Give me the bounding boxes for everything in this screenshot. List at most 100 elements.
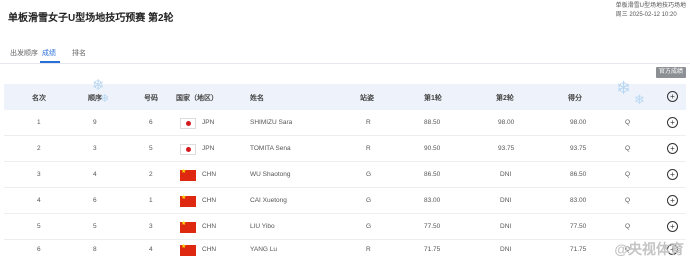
flag-star: ★ (181, 221, 187, 227)
china-flag-icon: ★ (180, 244, 196, 256)
table-row[interactable]: 2 3 5 JPN TOMITA Sena R 90.50 93.75 93.7… (4, 136, 686, 162)
flag-star: ★ (181, 244, 187, 250)
run2-cell: 98.00 (498, 119, 515, 126)
table-row[interactable]: 6 8 4 ★ CHN YANG Lu R 71.75 DNI 71.75 Q … (4, 237, 686, 263)
flag-star: ★ (181, 195, 187, 201)
snowflake-icon: ❄ (634, 92, 645, 107)
plus-circle-icon[interactable]: + (667, 143, 678, 154)
snowflake-icon: ❄ (92, 77, 105, 94)
order-cell: 8 (93, 246, 97, 253)
china-flag-icon: ★ (180, 169, 196, 181)
run1-cell: 88.50 (424, 119, 441, 126)
bib-cell: 2 (149, 171, 153, 178)
rank-cell: 4 (37, 197, 41, 204)
qualified-cell: Q (625, 119, 631, 126)
stance-cell: R (366, 246, 371, 253)
official-results-badge: 官方成绩 (655, 67, 686, 78)
name-cell: SHIMIZU Sara (250, 119, 293, 126)
bib-cell: 4 (149, 246, 153, 253)
stance-cell: R (366, 145, 371, 152)
table-row[interactable]: 1 9 6 JPN SHIMIZU Sara R 88.50 98.00 98.… (4, 110, 686, 136)
bib-cell: 3 (149, 223, 153, 230)
nation-cell: CHN (202, 223, 217, 230)
run1-cell: 83.00 (424, 197, 441, 204)
score-cell: 77.50 (570, 223, 587, 230)
run1-cell: 77.50 (424, 223, 441, 230)
run2-cell: DNI (500, 197, 512, 204)
run1-cell: 71.75 (424, 246, 441, 253)
event-datetime: 周三 2025-02-12 10:20 (615, 12, 677, 18)
score-cell: 98.00 (570, 119, 587, 126)
qualified-cell: Q (625, 145, 631, 152)
score-cell: 83.00 (570, 197, 587, 204)
plus-circle-icon[interactable]: + (667, 169, 678, 180)
col-score: 得分 (568, 95, 582, 102)
name-cell: TOMITA Sena (250, 145, 291, 152)
score-cell: 71.75 (570, 246, 587, 253)
venue-info: 单板滑雪U型场地技巧场地 周三 2025-02-12 10:20 (616, 2, 686, 20)
tab-bar: 出发顺序 成绩 排名 (0, 44, 690, 64)
name-cell: LIU Yibo (250, 223, 275, 230)
run1-cell: 90.50 (424, 145, 441, 152)
table-row[interactable]: 3 4 2 ★ CHN WU Shaotong G 86.50 DNI 86.5… (4, 162, 686, 188)
japan-flag-icon (180, 144, 196, 155)
col-bib: 号码 (144, 95, 158, 102)
run2-cell: DNI (500, 171, 512, 178)
plus-circle-icon[interactable]: + (667, 221, 678, 232)
stance-cell: G (366, 171, 372, 178)
score-cell: 93.75 (570, 145, 587, 152)
snowflake-icon: ❄ (616, 78, 632, 98)
name-cell: YANG Lu (250, 246, 277, 253)
flag-star: ★ (181, 169, 187, 175)
order-cell: 4 (93, 171, 97, 178)
qualified-cell: Q (625, 197, 631, 204)
col-nation: 国家（地区） (176, 95, 218, 102)
china-flag-icon: ★ (180, 221, 196, 233)
stance-cell: R (366, 119, 371, 126)
order-cell: 9 (93, 119, 97, 126)
run2-cell: DNI (500, 223, 512, 230)
nation-cell: JPN (202, 119, 215, 126)
broadcaster-watermark: @央视体育 (614, 241, 684, 257)
col-order: 顺序 (88, 95, 102, 102)
col-name: 姓名 (250, 95, 264, 102)
rank-cell: 3 (37, 171, 41, 178)
stance-cell: G (366, 197, 372, 204)
japan-flag-icon (180, 118, 196, 129)
rank-cell: 6 (37, 246, 41, 253)
order-cell: 6 (93, 197, 97, 204)
table-header: ❄ ❄ ❄ ❄ 名次 顺序 号码 国家（地区） 姓名 站姿 第1轮 第2轮 得分… (4, 78, 686, 110)
flag-sun (186, 147, 191, 152)
run1-cell: 86.50 (424, 171, 441, 178)
nation-cell: CHN (202, 171, 217, 178)
table-row[interactable]: 4 6 1 ★ CHN CAI Xuetong G 83.00 DNI 83.0… (4, 188, 686, 214)
score-cell: 86.50 (570, 171, 587, 178)
col-stance: 站姿 (360, 95, 374, 102)
tab-ranking[interactable]: 排名 (72, 48, 86, 58)
rank-cell: 5 (37, 223, 41, 230)
bib-cell: 1 (149, 197, 153, 204)
name-cell: CAI Xuetong (250, 197, 287, 204)
order-cell: 5 (93, 223, 97, 230)
col-run1: 第1轮 (424, 95, 442, 102)
nation-cell: JPN (202, 145, 215, 152)
rank-cell: 1 (37, 119, 41, 126)
plus-circle-icon[interactable]: + (667, 195, 678, 206)
run2-cell: DNI (500, 246, 512, 253)
plus-circle-icon[interactable]: + (667, 91, 678, 102)
page-title: 单板滑雪女子U型场地技巧预赛 第2轮 (8, 13, 174, 24)
plus-circle-icon[interactable]: + (667, 117, 678, 128)
col-rank: 名次 (32, 95, 46, 102)
stance-cell: G (366, 223, 372, 230)
nation-cell: CHN (202, 197, 217, 204)
china-flag-icon: ★ (180, 195, 196, 207)
rank-cell: 2 (37, 145, 41, 152)
venue-name: 单板滑雪U型场地技巧场地 (615, 3, 686, 9)
tab-results[interactable]: 成绩 (42, 48, 56, 58)
order-cell: 3 (93, 145, 97, 152)
name-cell: WU Shaotong (250, 171, 291, 178)
nation-cell: CHN (202, 246, 217, 253)
tab-start-order[interactable]: 出发顺序 (10, 48, 38, 58)
qualified-cell: Q (625, 171, 631, 178)
bib-cell: 5 (149, 145, 153, 152)
